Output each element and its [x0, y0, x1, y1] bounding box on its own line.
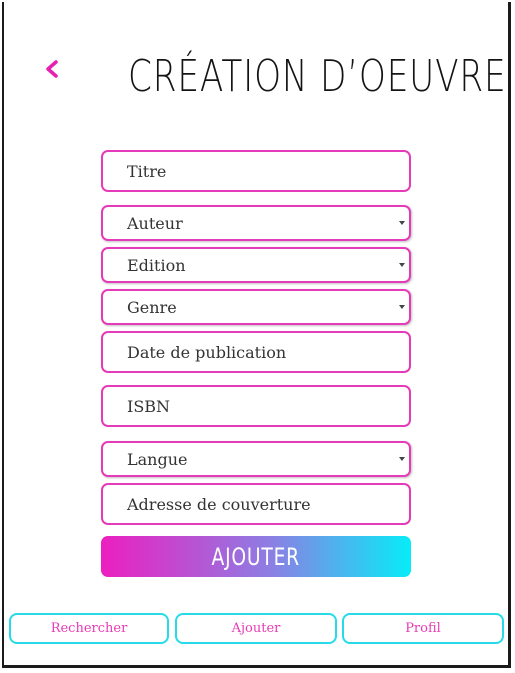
nav-ajouter-label: Ajouter	[231, 621, 281, 636]
cover-address-field[interactable]: Adresse de couverture	[101, 483, 411, 525]
publication-date-field[interactable]: Date de publication	[101, 331, 411, 373]
publication-date-placeholder: Date de publication	[127, 342, 287, 362]
caret-down-icon	[399, 305, 405, 309]
add-button[interactable]: AJOUTER	[101, 536, 411, 577]
page-title: CRÉATION D’OEUVRE	[128, 51, 507, 102]
caret-down-icon	[399, 263, 405, 267]
language-select[interactable]: Langue	[101, 441, 411, 477]
author-select[interactable]: Auteur	[101, 205, 411, 241]
genre-select[interactable]: Genre	[101, 289, 411, 325]
author-select-label: Auteur	[127, 213, 183, 233]
nav-ajouter[interactable]: Ajouter	[175, 613, 337, 644]
nav-rechercher[interactable]: Rechercher	[9, 613, 169, 644]
add-button-label: AJOUTER	[211, 542, 301, 571]
caret-down-icon	[399, 457, 405, 461]
language-select-label: Langue	[127, 449, 188, 469]
back-button[interactable]	[40, 54, 64, 84]
cover-address-placeholder: Adresse de couverture	[127, 494, 311, 514]
chevron-left-icon	[46, 60, 58, 78]
edition-select-label: Edition	[127, 255, 186, 275]
isbn-placeholder: ISBN	[127, 396, 171, 416]
genre-select-label: Genre	[127, 297, 177, 317]
nav-profil[interactable]: Profil	[342, 613, 504, 644]
caret-down-icon	[399, 221, 405, 225]
title-field[interactable]: Titre	[101, 150, 411, 192]
title-field-placeholder: Titre	[127, 161, 167, 181]
nav-profil-label: Profil	[405, 621, 441, 636]
nav-rechercher-label: Rechercher	[50, 621, 128, 636]
edition-select[interactable]: Edition	[101, 247, 411, 283]
isbn-field[interactable]: ISBN	[101, 385, 411, 427]
